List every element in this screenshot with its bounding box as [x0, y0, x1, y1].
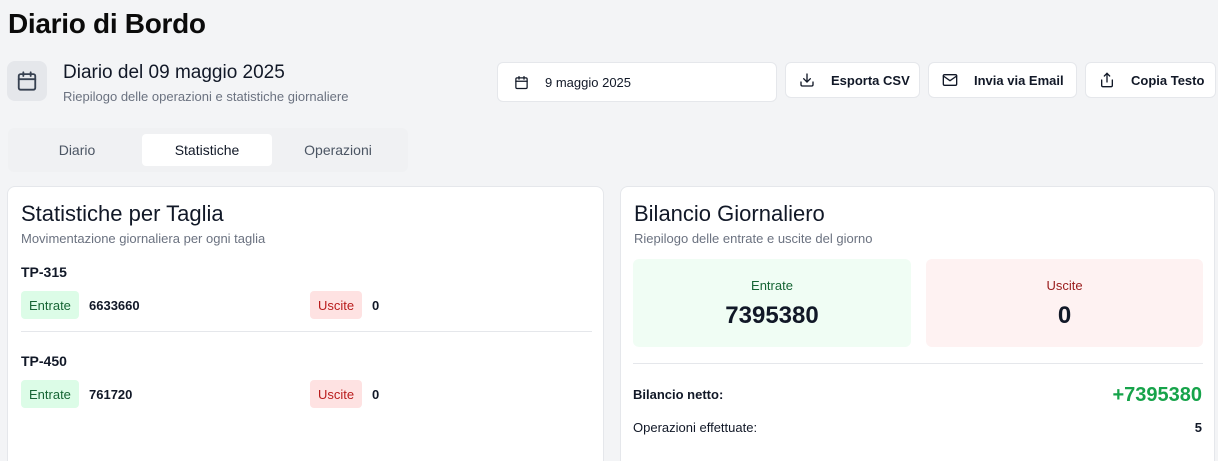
export-csv-button[interactable]: Esporta CSV	[785, 62, 920, 98]
tab-operazioni[interactable]: Operazioni	[272, 134, 404, 166]
in-value: 6633660	[89, 298, 140, 313]
tab-bar: Diario Statistiche Operazioni	[8, 128, 408, 172]
out-value: 0	[372, 298, 380, 313]
daily-balance-card: Bilancio Giornaliero Riepilogo delle ent…	[620, 186, 1215, 461]
income-value: 7395380	[725, 302, 819, 329]
calendar-icon	[7, 61, 47, 101]
operations-value: 5	[1194, 420, 1202, 435]
in-badge: Entrate	[21, 291, 79, 319]
page-subtitle: Riepilogo delle operazioni e statistiche…	[63, 89, 349, 104]
download-icon	[799, 72, 815, 88]
send-email-label: Invia via Email	[974, 72, 1064, 88]
date-picker[interactable]: 9 maggio 2025	[497, 62, 777, 102]
income-box: Entrate 7395380	[633, 259, 911, 347]
page: Diario di Bordo Diario del 09 maggio 202…	[0, 0, 1218, 461]
size-stats-title: Statistiche per Taglia	[21, 201, 224, 226]
tab-diario[interactable]: Diario	[12, 134, 142, 166]
outgoing-box: Uscite 0	[926, 259, 1203, 347]
size-name: TP-315	[21, 264, 67, 280]
export-csv-label: Esporta CSV	[831, 72, 910, 88]
app-title: Diario di Bordo	[8, 8, 206, 39]
size-stats-subtitle: Movimentazione giornaliera per ogni tagl…	[21, 231, 266, 246]
share-icon	[1099, 72, 1115, 88]
divider	[21, 331, 592, 332]
size-name: TP-450	[21, 353, 67, 369]
copy-text-label: Copia Testo	[1131, 72, 1205, 88]
calendar-icon	[514, 75, 529, 90]
net-balance-label: Bilancio netto:	[633, 387, 724, 402]
in-badge: Entrate	[21, 380, 79, 408]
date-value: 9 maggio 2025	[545, 74, 632, 90]
balance-title: Bilancio Giornaliero	[634, 201, 825, 226]
income-label: Entrate	[751, 278, 793, 293]
page-title: Diario del 09 maggio 2025	[63, 62, 285, 83]
outgoing-value: 0	[1057, 302, 1072, 329]
mail-icon	[942, 72, 958, 88]
divider	[633, 363, 1203, 364]
out-value: 0	[372, 387, 380, 402]
out-badge: Uscite	[310, 380, 363, 408]
operations-label: Operazioni effettuate:	[633, 420, 758, 435]
send-email-button[interactable]: Invia via Email	[928, 62, 1077, 98]
tab-statistiche[interactable]: Statistiche	[142, 134, 272, 166]
size-stats-card: Statistiche per Taglia Movimentazione gi…	[7, 186, 604, 461]
outgoing-label: Uscite	[1046, 278, 1083, 293]
copy-text-button[interactable]: Copia Testo	[1085, 62, 1216, 98]
balance-subtitle: Riepilogo delle entrate e uscite del gio…	[634, 231, 873, 246]
out-badge: Uscite	[310, 291, 363, 319]
net-balance-value: +7395380	[1112, 384, 1202, 406]
in-value: 761720	[89, 387, 133, 402]
